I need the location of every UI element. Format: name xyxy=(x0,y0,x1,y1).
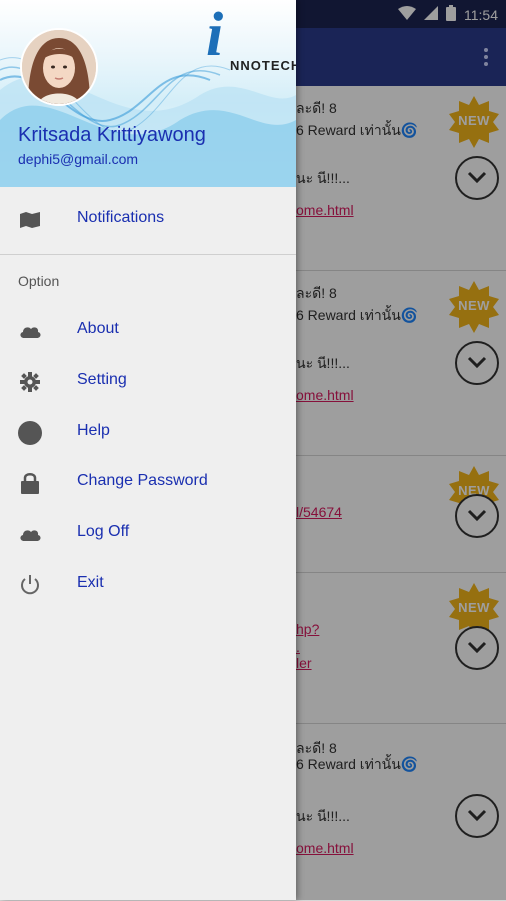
navigation-drawer: i NNOTECH Kritsada Krittiyawong dephi5@g… xyxy=(0,0,296,900)
menu-label: About xyxy=(77,320,119,337)
cloud-icon xyxy=(18,522,42,546)
cloud-icon xyxy=(18,319,42,343)
user-email: dephi5@gmail.com xyxy=(18,151,139,167)
power-icon xyxy=(18,573,42,597)
gear-icon xyxy=(18,370,42,394)
menu-label: Notifications xyxy=(77,209,165,226)
company-logo-text: NNOTECH xyxy=(230,58,296,73)
menu-label: Exit xyxy=(77,574,104,591)
notifications-icon xyxy=(18,208,42,232)
menu-item-about[interactable]: About xyxy=(0,306,296,356)
menu-label: Help xyxy=(77,422,110,439)
drawer-header: i NNOTECH Kritsada Krittiyawong dephi5@g… xyxy=(0,0,296,187)
menu-item-change-password[interactable]: Change Password xyxy=(0,458,296,508)
menu-item-notifications[interactable]: Notifications xyxy=(0,195,296,245)
user-name: Kritsada Krittiyawong xyxy=(18,124,206,146)
profile-photo xyxy=(22,30,96,104)
avatar[interactable] xyxy=(20,28,98,106)
section-title: Option xyxy=(18,273,60,289)
company-logo: i xyxy=(206,1,224,69)
lock-icon xyxy=(18,471,42,495)
menu-label: Change Password xyxy=(77,472,208,489)
menu-label: Log Off xyxy=(77,523,130,540)
menu-label: Setting xyxy=(77,371,127,388)
menu-item-log-off[interactable]: Log Off xyxy=(0,509,296,559)
help-icon xyxy=(18,421,42,445)
divider xyxy=(0,254,296,255)
menu-item-help[interactable]: Help xyxy=(0,408,296,458)
menu-item-exit[interactable]: Exit xyxy=(0,560,296,610)
menu-item-setting[interactable]: Setting xyxy=(0,357,296,407)
